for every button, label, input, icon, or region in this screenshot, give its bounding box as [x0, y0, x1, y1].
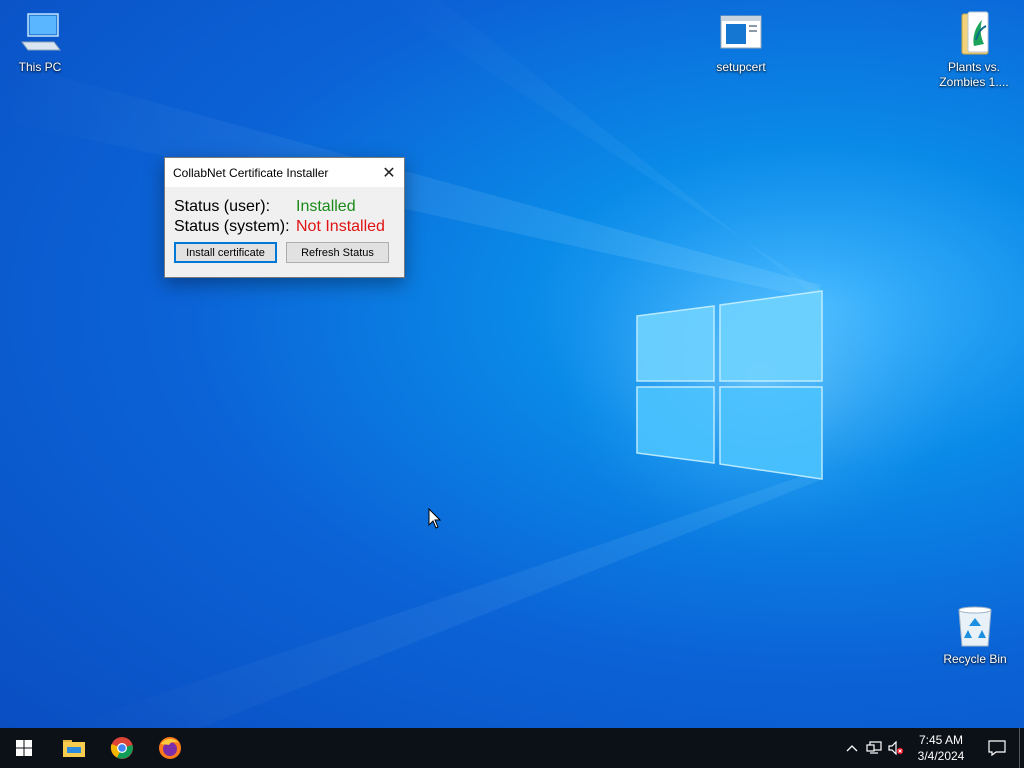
desktop-icon-recycle-bin[interactable]: Recycle Bin — [935, 602, 1015, 667]
taskbar-firefox[interactable] — [146, 728, 194, 768]
certificate-installer-dialog: CollabNet Certificate Installer ✕ Status… — [164, 157, 405, 278]
taskbar: 7:45 AM 3/4/2024 — [0, 728, 1024, 768]
desktop-icon-this-pc[interactable]: This PC — [0, 10, 80, 75]
dialog-title: CollabNet Certificate Installer — [173, 165, 329, 180]
dialog-buttons: Install certificate Refresh Status — [174, 242, 404, 263]
install-certificate-button[interactable]: Install certificate — [174, 242, 277, 263]
computer-icon — [21, 13, 61, 51]
desktop-icon-label: Recycle Bin — [943, 652, 1007, 666]
close-icon: ✕ — [382, 164, 396, 182]
user-status-row: Status (user): Installed — [174, 197, 404, 217]
action-center-button[interactable] — [975, 728, 1019, 768]
desktop-icon-label: setupcert — [716, 60, 766, 74]
firefox-icon — [159, 737, 181, 759]
folder-icon — [961, 11, 989, 55]
wallpaper — [0, 0, 960, 728]
clock[interactable]: 7:45 AM 3/4/2024 — [907, 732, 975, 764]
windows-logo — [636, 290, 823, 480]
chrome-icon — [110, 737, 133, 759]
system-status-row: Status (system): Not Installed — [174, 217, 404, 237]
application-window-icon — [720, 15, 762, 49]
network-icon[interactable] — [863, 728, 885, 768]
file-explorer-icon — [63, 740, 85, 757]
notification-icon — [988, 740, 1006, 756]
system-status-value: Not Installed — [296, 218, 385, 235]
mouse-cursor-icon — [428, 508, 442, 529]
taskbar-chrome[interactable] — [98, 728, 146, 768]
taskbar-file-explorer[interactable] — [50, 728, 98, 768]
desktop-icon-label: This PC — [18, 60, 62, 74]
desktop-icon-setupcert[interactable]: setupcert — [701, 10, 781, 75]
desktop-icon-plants-vs-zombies[interactable]: Plants vs. Zombies 1.... — [934, 10, 1014, 90]
system-status-label: Status (system): — [174, 218, 290, 235]
refresh-status-button[interactable]: Refresh Status — [286, 242, 389, 263]
dialog-titlebar[interactable]: CollabNet Certificate Installer ✕ — [165, 158, 404, 187]
start-icon — [16, 740, 32, 756]
desktop-icon-label: Plants vs. Zombies 1.... — [939, 60, 1009, 89]
dialog-body: Status (user): Installed Status (system)… — [165, 187, 404, 263]
recycle-bin-icon — [958, 606, 992, 647]
clock-date: 3/4/2024 — [917, 749, 965, 763]
volume-muted-icon[interactable] — [885, 728, 907, 768]
clock-time: 7:45 AM — [918, 733, 964, 747]
start-button[interactable] — [0, 728, 48, 768]
close-button[interactable]: ✕ — [374, 158, 404, 187]
user-status-label: Status (user): — [174, 198, 271, 215]
show-desktop-button[interactable] — [1019, 728, 1024, 768]
user-status-value: Installed — [296, 198, 356, 215]
system-tray: 7:45 AM 3/4/2024 — [841, 728, 1024, 768]
chevron-up-icon[interactable] — [841, 728, 863, 768]
